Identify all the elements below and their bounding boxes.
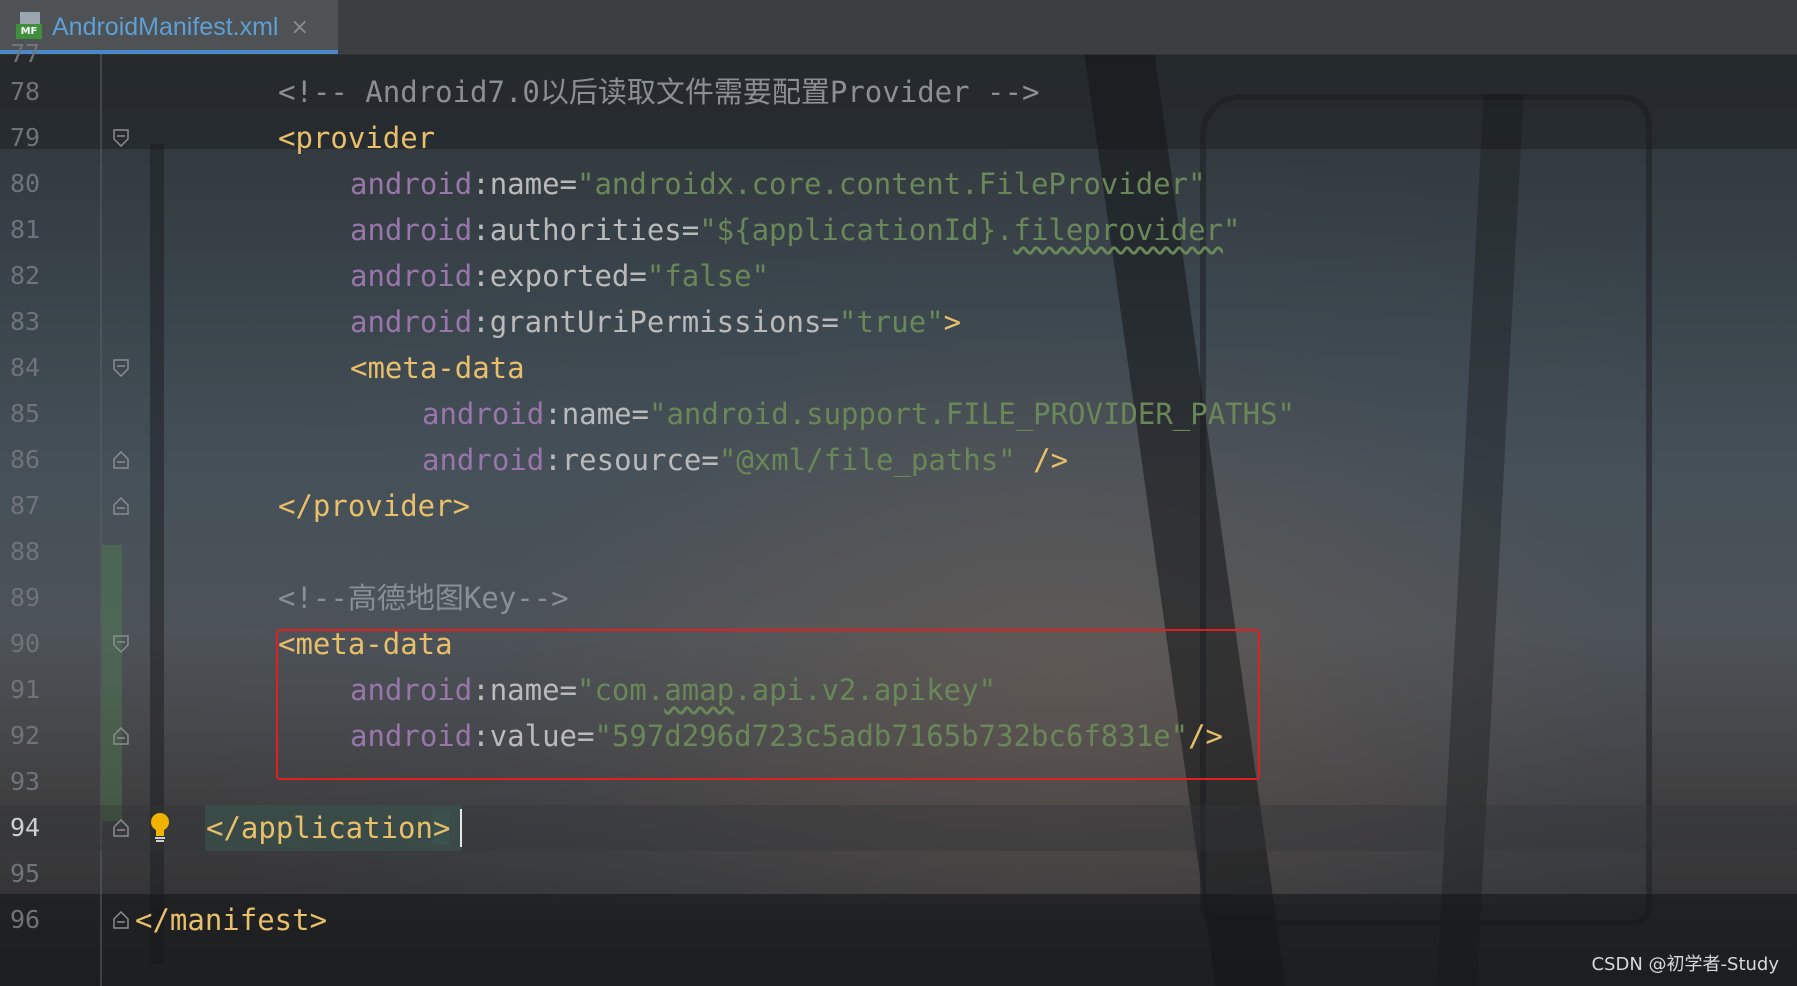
xml-tag: </application> <box>206 811 451 845</box>
xml-tag: <provider <box>278 121 436 155</box>
xml-tag: </provider> <box>278 489 471 523</box>
fold-end-icon[interactable] <box>113 497 129 515</box>
lightbulb-icon[interactable] <box>148 811 172 845</box>
line-number: 85 <box>10 399 41 428</box>
xml-attribute-line: android:authorities="${applicationId}.fi… <box>350 213 1241 247</box>
code-line: 79 <provider <box>0 115 1797 161</box>
xml-attribute-line: android:exported="false" <box>350 259 770 293</box>
fold-end-icon[interactable] <box>113 819 129 837</box>
line-number: 90 <box>10 629 41 658</box>
code-line: 86 android:resource="@xml/file_paths" /> <box>0 437 1797 483</box>
spellcheck-warning: fileprovider <box>1013 213 1224 247</box>
code-line: 88 <box>0 529 1797 575</box>
xml-tag: </manifest> <box>135 903 328 937</box>
xml-attribute-line: android:name="android.support.FILE_PROVI… <box>422 397 1296 431</box>
current-code-line: 94 </application> <box>0 805 1797 851</box>
xml-attribute-line: android:name="androidx.core.content.File… <box>350 167 1206 201</box>
fold-end-icon[interactable] <box>113 727 129 745</box>
code-line: 82 android:exported="false" <box>0 253 1797 299</box>
line-number: 84 <box>10 353 41 382</box>
code-line: 89 <!--高德地图Key--> <box>0 575 1797 621</box>
fold-end-icon[interactable] <box>113 451 129 469</box>
fold-collapse-icon[interactable] <box>113 129 129 147</box>
line-number: 87 <box>10 491 41 520</box>
line-number: 89 <box>10 583 41 612</box>
code-line: 80 android:name="androidx.core.content.F… <box>0 161 1797 207</box>
line-number: 94 <box>10 813 41 842</box>
fold-collapse-icon[interactable] <box>113 359 129 377</box>
code-line: 78 <!-- Android7.0以后读取文件需要配置Provider --> <box>0 69 1797 115</box>
line-number: 95 <box>10 859 41 888</box>
xml-comment: <!-- Android7.0以后读取文件需要配置Provider --> <box>278 75 1040 109</box>
code-line: 84 <meta-data <box>0 345 1797 391</box>
line-number: 88 <box>10 537 41 566</box>
code-line: 81 android:authorities="${applicationId}… <box>0 207 1797 253</box>
line-number: 83 <box>10 307 41 336</box>
text-caret <box>460 809 462 847</box>
xml-tag: <meta-data <box>350 351 525 385</box>
line-number: 96 <box>10 905 41 934</box>
line-number: 80 <box>10 169 41 198</box>
xml-comment: <!--高德地图Key--> <box>278 581 569 615</box>
line-number: 79 <box>10 123 41 152</box>
line-number: 81 <box>10 215 41 244</box>
watermark: CSDN @初学者-Study <box>1591 954 1779 975</box>
code-line: 83 android:grantUriPermissions="true"> <box>0 299 1797 345</box>
line-number: 82 <box>10 261 41 290</box>
line-number: 93 <box>10 767 41 796</box>
line-number: 91 <box>10 675 41 704</box>
line-number: 78 <box>10 77 41 106</box>
xml-attribute-line: android:grantUriPermissions="true"> <box>350 305 962 339</box>
code-line: 87 </provider> <box>0 483 1797 529</box>
code-line: 95 <box>0 851 1797 897</box>
fold-collapse-icon[interactable] <box>113 635 129 653</box>
annotation-highlight-box <box>276 629 1260 780</box>
xml-attribute-line: android:resource="@xml/file_paths" /> <box>422 443 1069 477</box>
code-line: 85 android:name="android.support.FILE_PR… <box>0 391 1797 437</box>
code-line: 96 </manifest> <box>0 897 1797 943</box>
fold-end-icon[interactable] <box>113 911 129 929</box>
line-number: 92 <box>10 721 41 750</box>
line-number: 86 <box>10 445 41 474</box>
